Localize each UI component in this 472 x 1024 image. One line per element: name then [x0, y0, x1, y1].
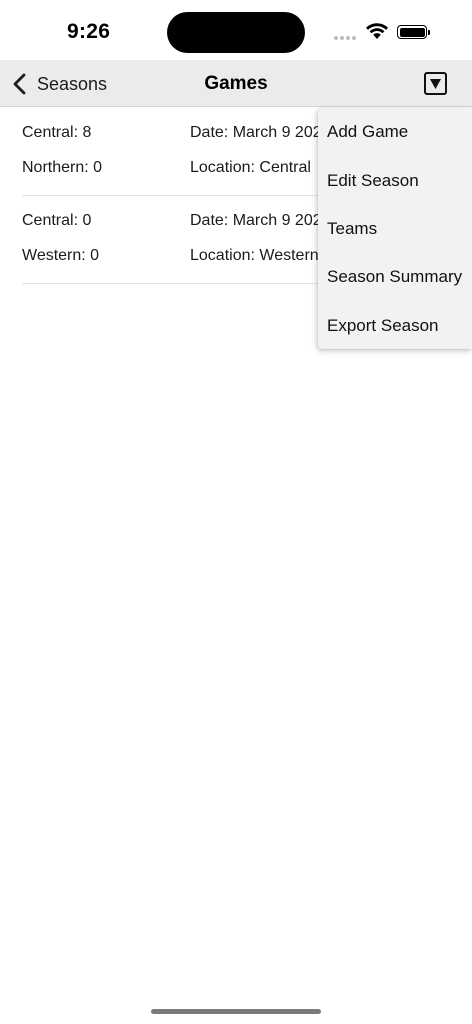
menu-item-season-summary[interactable]: Season Summary	[327, 267, 462, 287]
page-title: Games	[204, 73, 268, 94]
game-location: Location: Western	[190, 247, 319, 264]
menu-dropdown-button[interactable]	[424, 72, 447, 95]
navigation-bar: Seasons Games	[0, 60, 472, 107]
menu-item-teams[interactable]: Teams	[327, 219, 377, 239]
game-date: Date: March 9 2024	[190, 124, 331, 141]
game-team2-score: Western: 0	[22, 247, 100, 264]
menu-item-edit-season[interactable]: Edit Season	[327, 171, 419, 191]
game-date: Date: March 9 2024	[190, 212, 331, 229]
dropdown-menu: Add Game Edit Season Teams Season Summar…	[318, 108, 472, 349]
menu-item-export-season[interactable]: Export Season	[327, 316, 439, 336]
status-time: 9:26	[67, 20, 111, 43]
home-indicator[interactable]	[151, 1009, 321, 1014]
game-team1-score: Central: 0	[22, 212, 92, 229]
dropdown-triangle-icon	[430, 79, 441, 89]
dynamic-island	[167, 12, 305, 53]
game-team2-score: Northern: 0	[22, 159, 103, 176]
status-bar: 9:26	[0, 0, 472, 60]
menu-item-add-game[interactable]: Add Game	[327, 122, 408, 142]
battery-icon	[397, 25, 430, 39]
game-team1-score: Central: 8	[22, 124, 92, 141]
game-location: Location: Central	[190, 159, 311, 176]
cellular-signal-icon	[334, 34, 360, 40]
wifi-icon	[366, 23, 388, 39]
